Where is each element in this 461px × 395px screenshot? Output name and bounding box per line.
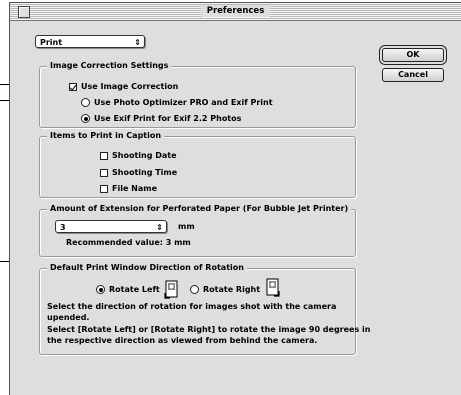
extension-popup[interactable]: 3 ⇕ xyxy=(55,220,167,233)
extension-group-label: Amount of Extension for Perforated Paper… xyxy=(47,204,352,213)
popup-arrows-icon: ⇕ xyxy=(156,223,163,232)
rotate-left-label: Rotate Left xyxy=(109,285,160,294)
caption-group-label: Items to Print in Caption xyxy=(47,131,165,140)
ok-button[interactable]: OK xyxy=(382,48,444,62)
file-name-label: File Name xyxy=(112,184,158,193)
recommended-value: Recommended value: 3 mm xyxy=(66,238,191,247)
photo-optimizer-label: Use Photo Optimizer PRO and Exif Print xyxy=(94,98,273,107)
rotate-right-radio[interactable]: Rotate Right xyxy=(190,285,260,294)
rotation-group: Default Print Window Direction of Rotati… xyxy=(39,263,370,355)
radio-circle[interactable] xyxy=(96,285,105,294)
rotation-group-label: Default Print Window Direction of Rotati… xyxy=(47,263,247,272)
rotate-left-icon xyxy=(163,279,179,301)
rotate-right-icon xyxy=(265,277,281,299)
rotation-note-line-3: Select [Rotate Left] or [Rotate Right] t… xyxy=(47,325,371,334)
extension-unit: mm xyxy=(178,222,195,231)
rotate-left-radio[interactable]: Rotate Left xyxy=(96,285,160,294)
popup-arrows-icon: ⇕ xyxy=(134,38,141,47)
rotation-note-line-2: upended. xyxy=(47,313,90,322)
cancel-button[interactable]: Cancel xyxy=(382,68,444,82)
radio-circle[interactable] xyxy=(190,285,199,294)
checkbox-box[interactable] xyxy=(100,168,108,177)
shooting-date-label: Shooting Date xyxy=(112,151,177,160)
image-correction-group-label: Image Correction Settings xyxy=(47,61,172,70)
exif-print-label: Use Exif Print for Exif 2.2 Photos xyxy=(94,114,242,123)
radio-circle[interactable] xyxy=(81,98,90,107)
checkbox-box[interactable] xyxy=(100,184,108,193)
rotation-note-line-4: the respective direction as viewed from … xyxy=(47,336,318,345)
close-box[interactable] xyxy=(18,6,30,18)
rotation-note-line-1: Select the direction of rotation for ima… xyxy=(47,302,337,311)
category-popup[interactable]: Print ⇕ xyxy=(35,35,145,48)
caption-group: Items to Print in Caption Shooting Date … xyxy=(39,131,356,198)
category-popup-value: Print xyxy=(40,38,63,47)
radio-circle[interactable] xyxy=(81,114,90,123)
title-bar[interactable]: Preferences xyxy=(10,3,461,21)
window-title: Preferences xyxy=(200,5,271,17)
shooting-time-checkbox[interactable]: Shooting Time xyxy=(100,168,177,177)
image-correction-group: Image Correction Settings Use Image Corr… xyxy=(39,61,356,128)
checkbox-box[interactable] xyxy=(69,82,77,91)
use-image-correction-label: Use Image Correction xyxy=(81,82,179,91)
extension-popup-value: 3 xyxy=(60,223,66,232)
use-image-correction-checkbox[interactable]: Use Image Correction xyxy=(69,82,178,91)
checkbox-box[interactable] xyxy=(100,151,108,160)
file-name-checkbox[interactable]: File Name xyxy=(100,184,157,193)
shooting-time-label: Shooting Time xyxy=(112,168,178,177)
extension-group: Amount of Extension for Perforated Paper… xyxy=(39,204,356,257)
photo-optimizer-radio[interactable]: Use Photo Optimizer PRO and Exif Print xyxy=(81,98,273,107)
rotate-right-label: Rotate Right xyxy=(203,285,261,294)
exif-print-radio[interactable]: Use Exif Print for Exif 2.2 Photos xyxy=(81,114,241,123)
shooting-date-checkbox[interactable]: Shooting Date xyxy=(100,151,177,160)
preferences-window: Preferences Print ⇕ OK Cancel Image Corr… xyxy=(9,2,461,395)
